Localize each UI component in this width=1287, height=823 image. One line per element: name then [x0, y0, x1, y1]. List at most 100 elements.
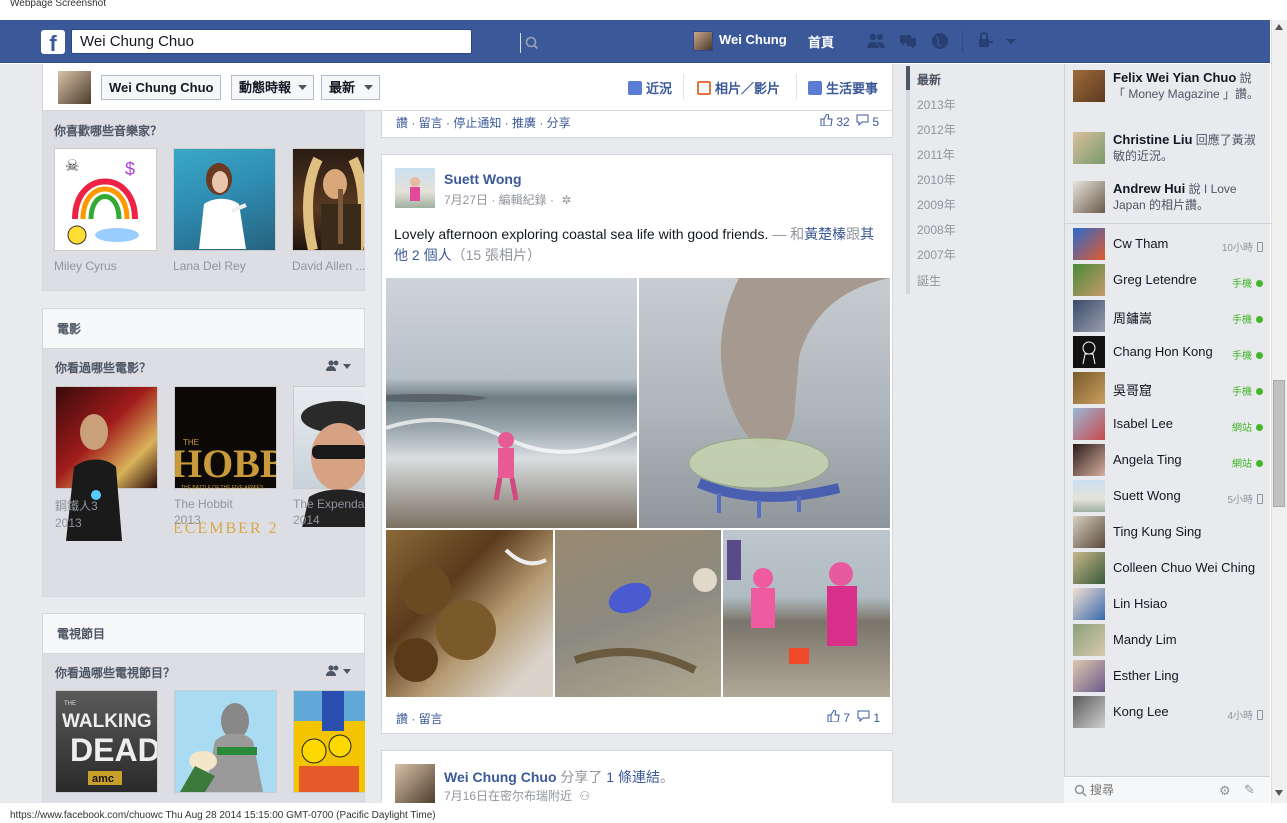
notifications-globe-icon[interactable] [930, 31, 950, 51]
chat-friend-row[interactable]: 周鏞嵩 手機 [1073, 300, 1265, 332]
tv-cover [293, 690, 365, 793]
timeline-item[interactable]: 2009年 [917, 196, 956, 213]
post-meta-text[interactable]: 7月27日 · 編輯紀錄 · [444, 193, 554, 207]
chat-friend-row[interactable]: Suett Wong 5小時 [1073, 480, 1265, 512]
settings-gear-icon[interactable]: ✲ [561, 193, 571, 207]
facebook-logo-icon[interactable]: f [41, 30, 65, 56]
friend-status-text: 5小時 [1227, 495, 1253, 506]
tv-item[interactable] [293, 690, 365, 793]
timeline-dropdown[interactable]: 動態時報 [231, 75, 315, 100]
post-card: Wei Chung Chuo 分享了 1 條連結。 7月16日在密尔布瑞附近 ⚇ [381, 750, 893, 804]
movie-item[interactable]: HOBBITHETHE BATTLE OF THE FIVE ARMIESECE… [171, 386, 302, 537]
music-item[interactable]: ☠ $ Miley Cyrus [54, 148, 157, 273]
recent-dropdown[interactable]: 最新 [321, 75, 381, 100]
author-name[interactable]: Wei Chung Chuo [444, 769, 557, 785]
ticker-item[interactable]: Christine Liu 回應了黃淑敏的近況。 [1073, 132, 1263, 164]
chat-friend-row[interactable]: Esther Ling [1073, 660, 1265, 692]
timeline-item[interactable]: 誕生 [917, 272, 941, 289]
like-count[interactable]: 7 [827, 709, 850, 725]
movie-item[interactable]: The Expenda 2014 [293, 386, 365, 527]
author-avatar[interactable] [395, 168, 435, 208]
photo-jellyfish-hand[interactable] [639, 278, 890, 528]
photo-seaweed[interactable] [386, 530, 553, 697]
comment-count[interactable]: 5 [856, 114, 879, 129]
chat-friend-row[interactable]: Angela Ting 網站 [1073, 444, 1265, 476]
comment-icon [856, 114, 869, 127]
svg-text:THE: THE [64, 701, 76, 707]
ticker-name: Felix Wei Yian Chuo [1113, 70, 1237, 85]
post-meta-text[interactable]: 7月16日在密尔布瑞附近 [444, 789, 572, 803]
friend-requests-icon[interactable] [866, 31, 886, 51]
chat-friend-row[interactable]: Lin Hsiao [1073, 588, 1265, 620]
audience-selector-icon[interactable] [326, 664, 352, 681]
life-event-link[interactable]: 生活要事 [808, 78, 878, 97]
status-link[interactable]: 近況 [628, 78, 672, 97]
like-count[interactable]: 32 [820, 113, 850, 129]
timeline-item[interactable]: 2010年 [917, 171, 956, 188]
chat-friend-row[interactable]: Greg Letendre 手機 [1073, 264, 1265, 296]
timeline-item[interactable]: 2011年 [917, 146, 955, 163]
chat-friend-row[interactable]: Ting Kung Sing [1073, 516, 1265, 548]
search-icon[interactable] [520, 33, 542, 53]
search-input[interactable]: Wei Chung Chuo [71, 29, 539, 54]
comment-count[interactable]: 1 [857, 710, 880, 725]
shared-link[interactable]: 1 條連結 [606, 769, 660, 785]
chat-friend-row[interactable]: Mandy Lim [1073, 624, 1265, 656]
post-actions[interactable]: 讚 · 留言 · 停止通知 · 推廣 · 分享 [396, 114, 571, 131]
status-bar: https://www.facebook.com/chuowc Thu Aug … [0, 803, 1287, 823]
timeline-item[interactable]: 2013年 [917, 96, 956, 113]
music-name[interactable]: Miley Cyrus [54, 259, 157, 273]
music-item[interactable]: Lana Del Rey [173, 148, 276, 273]
chat-friend-row[interactable]: Colleen Chuo Wei Ching [1073, 552, 1265, 584]
account-menu-chevron-down-icon[interactable] [1004, 31, 1024, 51]
music-name[interactable]: David Allen ... [292, 259, 364, 273]
new-message-compose-icon[interactable]: ✎ [1244, 782, 1255, 798]
chat-friend-row[interactable]: 吳哥窟 手機 [1073, 372, 1265, 404]
profile-link[interactable]: Wei Chung [719, 32, 787, 47]
post-text: Lovely afternoon exploring coastal sea l… [394, 224, 884, 266]
timeline-item[interactable]: 最新 [917, 71, 941, 88]
chat-friend-row[interactable]: Kong Lee 4小時 [1073, 696, 1265, 728]
photos-videos-link[interactable]: 相片／影片 [697, 78, 780, 97]
timeline-item[interactable]: 2012年 [917, 121, 956, 138]
friend-status-text: 10小時 [1221, 243, 1253, 254]
music-name[interactable]: Lana Del Rey [173, 259, 276, 273]
movie-item[interactable]: 鋼鐵人3 2013 [55, 386, 158, 541]
tagged-friend-link[interactable]: 黃楚榛 [804, 226, 846, 242]
timeline-item[interactable]: 2008年 [917, 221, 956, 238]
divider [1065, 223, 1271, 224]
audience-selector-icon[interactable] [326, 359, 352, 376]
pencil-icon [628, 81, 642, 95]
user-avatar[interactable] [693, 31, 713, 51]
movie-name[interactable]: The Expenda [293, 497, 365, 511]
scroll-up-arrow-icon[interactable] [1275, 24, 1283, 30]
photo-beach-child[interactable] [366, 278, 638, 528]
messages-icon[interactable] [898, 31, 918, 51]
timeline-item[interactable]: 2007年 [917, 246, 956, 263]
photo-blue-jellyfish[interactable] [555, 530, 721, 697]
chevron-down-icon [364, 85, 374, 90]
author-avatar[interactable] [395, 764, 435, 804]
privacy-shortcuts-icon[interactable] [976, 31, 996, 51]
post-actions[interactable]: 讚 · 留言 [396, 710, 443, 727]
chat-friend-row[interactable]: Chang Hon Kong 手機 [1073, 336, 1265, 368]
scrollbar-thumb[interactable] [1273, 380, 1285, 507]
chat-friend-row[interactable]: Isabel Lee 網站 [1073, 408, 1265, 440]
audience-friends-icon[interactable]: ⚇ [579, 789, 590, 803]
photo-kids-beach[interactable] [723, 530, 890, 697]
ticker-item[interactable]: Andrew Hui 說 I Love Japan 的相片讚。 [1073, 181, 1263, 213]
scroll-down-arrow-icon[interactable] [1275, 790, 1283, 796]
tv-item[interactable]: THE WALKING DEAD amc [55, 690, 161, 793]
home-link[interactable]: 首頁 [808, 32, 834, 51]
profile-name-button[interactable]: Wei Chung Chuo [101, 75, 222, 100]
author-name[interactable]: Suett Wong [444, 171, 522, 187]
chat-settings-gear-icon[interactable]: ⚙ [1219, 783, 1231, 799]
ticker-item[interactable]: Felix Wei Yian Chuo 說「 Money Magazine 」讚… [1073, 70, 1263, 102]
tv-item[interactable] [174, 690, 277, 793]
chat-search-input[interactable] [1090, 781, 1210, 799]
profile-avatar[interactable] [58, 71, 91, 104]
music-item[interactable]: David Allen ... [292, 148, 364, 273]
chat-friend-row[interactable]: Cw Tham 10小時 [1073, 228, 1265, 260]
profile-header-bar: Wei Chung Chuo 動態時報 最新 近況 相片／影片 生活要事 [42, 64, 893, 111]
post-meta: 7月27日 · 編輯紀錄 · ✲ [444, 191, 571, 208]
